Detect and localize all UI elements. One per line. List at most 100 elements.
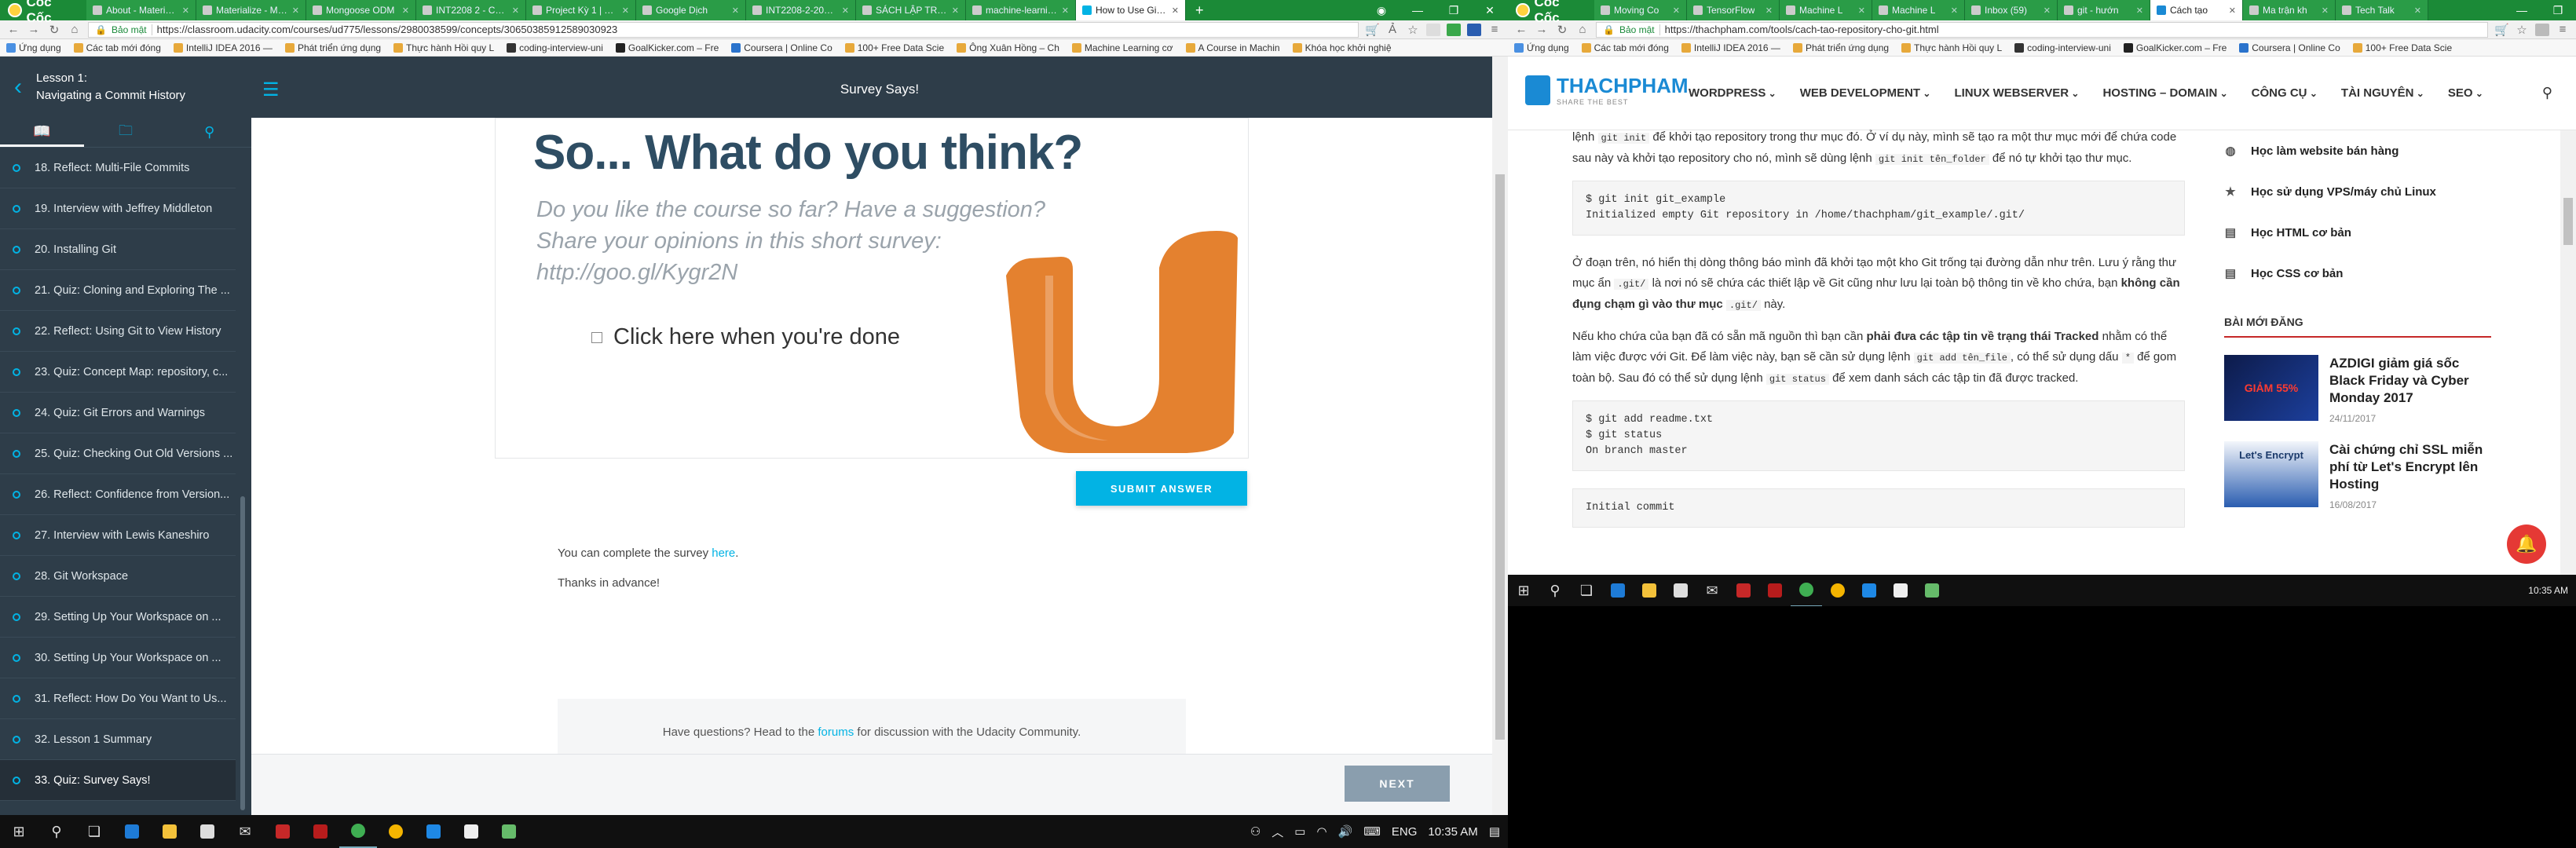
chrome-icon[interactable] xyxy=(1822,574,1853,607)
edge-icon[interactable] xyxy=(113,815,151,848)
close-icon[interactable]: ✕ xyxy=(1062,5,1069,16)
post-thumbnail[interactable]: Let's Encrypt xyxy=(2224,441,2318,507)
app-icon[interactable] xyxy=(1759,574,1791,607)
maximize-icon[interactable]: ❐ xyxy=(1436,0,1472,20)
close-icon[interactable]: ✕ xyxy=(2229,5,2236,16)
menu-icon[interactable]: ≡ xyxy=(1487,23,1502,36)
menu-item[interactable]: SEO xyxy=(2448,86,2483,100)
sidebar-item[interactable]: 19. Interview with Jeffrey Middleton xyxy=(0,188,236,229)
tab-active[interactable]: How to Use Git an ✕ xyxy=(1076,0,1186,20)
close-icon[interactable]: ✕ xyxy=(952,5,959,16)
bookmark[interactable]: Phát triển ứng dụng xyxy=(1792,42,1889,53)
home-icon[interactable]: ⌂ xyxy=(1575,23,1590,36)
sidebar-item[interactable]: 20. Installing Git xyxy=(0,229,236,270)
sidebar-item[interactable]: 30. Setting Up Your Workspace on ... xyxy=(0,638,236,678)
mail-icon[interactable]: ✉ xyxy=(226,815,264,848)
reload-icon[interactable]: ↻ xyxy=(1555,23,1569,37)
bookmark[interactable]: Coursera | Online Co xyxy=(731,42,832,53)
tab[interactable]: Ma trận kh ✕ xyxy=(2243,0,2336,20)
next-button[interactable]: NEXT xyxy=(1345,766,1450,802)
cart-icon[interactable]: 🛒 xyxy=(2494,23,2509,37)
sidebar-scrollbar[interactable] xyxy=(240,496,245,810)
bookmark[interactable]: Thực hành Hồi quy L xyxy=(1901,42,2002,53)
people-icon[interactable]: ⚇ xyxy=(1250,824,1261,839)
search-icon[interactable]: ⚲ xyxy=(167,118,251,147)
tab[interactable]: Mongoose ODM ✕ xyxy=(306,0,416,20)
reload-icon[interactable]: ↻ xyxy=(47,23,61,37)
mail-icon[interactable]: ✉ xyxy=(1696,574,1728,607)
task-view-icon[interactable]: ❏ xyxy=(75,815,113,848)
tab[interactable]: Google Dịch ✕ xyxy=(636,0,746,20)
volume-icon[interactable]: 🔊 xyxy=(1338,824,1353,839)
bookmark[interactable]: Các tab mới đóng xyxy=(1581,42,1669,53)
bookmark[interactable]: GoalKicker.com – Fre xyxy=(615,42,719,53)
close-icon[interactable]: ✕ xyxy=(182,5,189,16)
sidebar-item[interactable]: 26. Reflect: Confidence from Version... xyxy=(0,474,236,515)
sidebar-item[interactable]: 22. Reflect: Using Git to View History xyxy=(0,311,236,352)
forums-link[interactable]: forums xyxy=(818,726,854,739)
network-icon[interactable]: ▭ xyxy=(1294,824,1305,839)
tab[interactable]: Project Kỳ 1 | Trello ✕ xyxy=(526,0,636,20)
sidebar-item[interactable]: 29. Setting Up Your Workspace on ... xyxy=(0,597,236,638)
menu-item[interactable]: CÔNG CỤ xyxy=(2252,86,2318,100)
site-logo[interactable]: THACHPHAM SHARE THE BEST xyxy=(1525,74,1689,106)
tab[interactable]: git - hướn ✕ xyxy=(2058,0,2150,20)
app-icon[interactable] xyxy=(1916,574,1948,607)
close-icon[interactable]: ✕ xyxy=(842,5,849,16)
tab[interactable]: Materialize - Mate ✕ xyxy=(196,0,306,20)
star-icon[interactable]: ☆ xyxy=(1406,23,1420,37)
forward-icon[interactable]: → xyxy=(1535,23,1549,36)
scrollbar-thumb[interactable] xyxy=(1495,174,1505,740)
bookmark[interactable]: 100+ Free Data Scie xyxy=(2352,42,2452,53)
extension-icon[interactable] xyxy=(1426,23,1440,36)
coccoc-icon[interactable] xyxy=(339,815,377,848)
home-icon[interactable]: ⌂ xyxy=(68,23,82,36)
star-icon[interactable]: ☆ xyxy=(2515,23,2529,37)
sidebar-item[interactable]: 32. Lesson 1 Summary xyxy=(0,719,236,760)
wifi-icon[interactable]: ◠ xyxy=(1316,824,1326,839)
app-icon[interactable] xyxy=(452,815,490,848)
profile-icon[interactable]: ◉ xyxy=(1363,0,1400,20)
close-window-icon[interactable]: ✕ xyxy=(1472,0,1508,20)
browser-logo[interactable]: Cốc Cốc xyxy=(0,0,86,25)
file-explorer-icon[interactable] xyxy=(151,815,188,848)
menu-item[interactable]: HOSTING – DOMAIN xyxy=(2102,86,2227,100)
app-icon[interactable] xyxy=(1728,574,1759,607)
close-icon[interactable]: ✕ xyxy=(2414,5,2421,16)
bookmark[interactable]: 100+ Free Data Scie xyxy=(844,42,944,53)
bookmark[interactable]: Ứng dụng xyxy=(1514,42,1569,53)
app-icon[interactable] xyxy=(264,815,302,848)
bookmark[interactable]: coding-interview-uni xyxy=(507,42,603,53)
sidebar-link[interactable]: ▤ Học HTML cơ bản xyxy=(2224,212,2491,253)
minimize-icon[interactable]: — xyxy=(1400,0,1436,20)
menu-icon[interactable]: ≡ xyxy=(2556,23,2570,36)
tab[interactable]: machine-learning ✕ xyxy=(966,0,1076,20)
store-icon[interactable] xyxy=(188,815,226,848)
close-icon[interactable]: ✕ xyxy=(2322,5,2329,16)
notification-bell-icon[interactable]: 🔔 xyxy=(2507,525,2546,564)
download-icon[interactable] xyxy=(2535,23,2549,36)
close-icon[interactable]: ✕ xyxy=(622,5,629,16)
close-icon[interactable]: ✕ xyxy=(732,5,739,16)
tab[interactable]: Tech Talk ✕ xyxy=(2336,0,2428,20)
search-icon[interactable]: ⚲ xyxy=(38,815,75,848)
extension-icon[interactable] xyxy=(1467,23,1481,36)
clock[interactable]: 10:35 AM xyxy=(1428,825,1477,839)
tab[interactable]: About - Materialize ✕ xyxy=(86,0,196,20)
tab-active[interactable]: Cách tạo ✕ xyxy=(2150,0,2243,20)
bookmark[interactable]: Machine Learning cơ xyxy=(1071,42,1173,53)
bookmark[interactable]: A Course in Machin xyxy=(1185,42,1280,53)
checkbox-icon[interactable] xyxy=(591,331,602,343)
task-view-icon[interactable]: ❏ xyxy=(1571,574,1602,607)
scrollbar-thumb[interactable] xyxy=(2563,198,2573,245)
tab[interactable]: INT2208 2 - Công ✕ xyxy=(416,0,526,20)
coccoc-icon[interactable] xyxy=(1791,574,1822,607)
close-icon[interactable]: ✕ xyxy=(1858,5,1865,16)
download-icon[interactable] xyxy=(1447,23,1461,36)
back-icon[interactable]: ← xyxy=(1514,23,1528,36)
bookmark[interactable]: Ứng dụng xyxy=(6,42,61,53)
close-icon[interactable]: ✕ xyxy=(402,5,409,16)
menu-item[interactable]: WORDPRESS xyxy=(1689,86,1776,100)
browser-logo[interactable]: Cốc Cốc xyxy=(1508,0,1594,25)
search-icon[interactable]: ⚲ xyxy=(2542,85,2552,101)
